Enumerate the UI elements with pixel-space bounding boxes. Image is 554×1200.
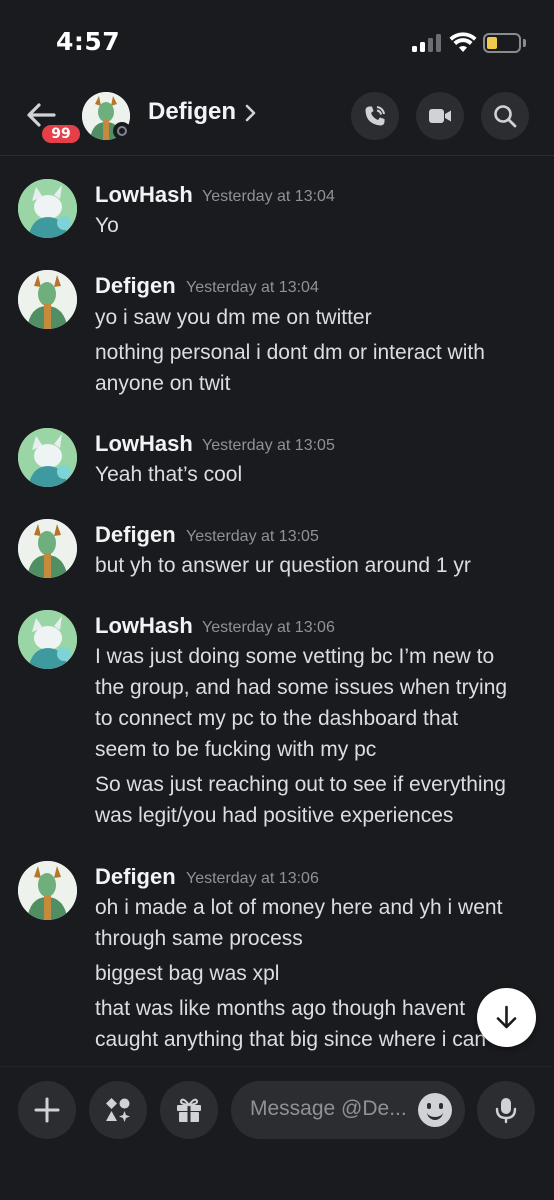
message-timestamp: Yesterday at 13:05: [202, 437, 335, 454]
message-text: to connect my pc to the dashboard that: [95, 707, 459, 730]
phone-icon: [365, 106, 385, 126]
search-button[interactable]: [481, 92, 529, 140]
status-time: 4:57: [56, 27, 121, 56]
gift-button[interactable]: [160, 1081, 218, 1139]
message-text: Yeah that’s cool: [95, 463, 243, 486]
message-text: seem to be fucking with my pc: [95, 738, 377, 761]
video-call-button[interactable]: [416, 92, 464, 140]
plus-icon: [34, 1097, 60, 1123]
message-text: but yh to answer ur question around 1 yr: [95, 554, 471, 577]
dm-header: 99 Defigen: [0, 84, 554, 156]
channel-name[interactable]: Defigen: [148, 98, 236, 126]
message-author[interactable]: Defigen: [95, 273, 176, 299]
message-text: biggest bag was xpl: [95, 962, 280, 985]
apps-button[interactable]: [89, 1081, 147, 1139]
message-composer: Message @De...: [0, 1066, 554, 1200]
message-text: So was just reaching out to see if every…: [95, 773, 506, 796]
battery-level: 9: [496, 34, 508, 52]
wifi-icon: [449, 32, 477, 52]
attach-button[interactable]: [18, 1081, 76, 1139]
emoji-icon[interactable]: [418, 1093, 452, 1127]
message-input[interactable]: Message @De...: [231, 1081, 465, 1139]
message-input-placeholder: Message @De...: [250, 1097, 407, 1120]
message-timestamp: Yesterday at 13:06: [186, 870, 319, 887]
message-author[interactable]: Defigen: [95, 864, 176, 890]
message-text: oh i made a lot of money here and yh i w…: [95, 896, 503, 919]
avatar[interactable]: [18, 428, 77, 487]
message-text: through same process: [95, 927, 303, 950]
search-icon: [494, 105, 517, 128]
message-timestamp: Yesterday at 13:05: [186, 528, 319, 545]
message-text: I was just doing some vetting bc I’m new…: [95, 645, 495, 668]
message-text: anyone on twit: [95, 372, 231, 395]
chevron-right-icon[interactable]: [244, 102, 258, 124]
jump-to-latest-button[interactable]: [477, 988, 536, 1047]
message-author[interactable]: LowHash: [95, 182, 193, 208]
message-timestamp: Yesterday at 13:04: [202, 188, 335, 205]
status-bar: 4:57 9: [0, 0, 554, 84]
message-text: yo i saw you dm me on twitter: [95, 306, 372, 329]
voice-call-button[interactable]: [351, 92, 399, 140]
presence-status-icon: [113, 122, 131, 140]
message-text: the group, and had some issues when tryi…: [95, 676, 508, 699]
message-timestamp: Yesterday at 13:06: [202, 619, 335, 636]
arrow-down-icon: [496, 1005, 517, 1029]
message-author[interactable]: LowHash: [95, 613, 193, 639]
battery-icon: 9: [483, 33, 521, 53]
unread-badge: 99: [39, 122, 83, 146]
message-author[interactable]: LowHash: [95, 431, 193, 457]
avatar[interactable]: [18, 270, 77, 329]
avatar[interactable]: [18, 861, 77, 920]
cellular-signal-icon: [412, 34, 442, 52]
microphone-icon: [495, 1098, 517, 1124]
avatar[interactable]: [18, 610, 77, 669]
message-timestamp: Yesterday at 13:04: [186, 279, 319, 296]
avatar[interactable]: [18, 179, 77, 238]
gift-icon: [177, 1098, 201, 1122]
video-camera-icon: [429, 109, 451, 123]
voice-message-button[interactable]: [477, 1081, 535, 1139]
message-list[interactable]: LowHash Yesterday at 13:04 Yo Defigen Ye…: [0, 157, 554, 1065]
apps-icon: [106, 1098, 130, 1122]
avatar[interactable]: [18, 519, 77, 578]
message-text: caught anything that big since where i c…: [95, 1028, 487, 1051]
message-author[interactable]: Defigen: [95, 522, 176, 548]
message-text: nothing personal i dont dm or interact w…: [95, 341, 485, 364]
message-text: was legit/you had positive experiences: [95, 804, 454, 827]
message-text: that was like months ago though havent: [95, 997, 466, 1020]
message-text: Yo: [95, 214, 119, 237]
